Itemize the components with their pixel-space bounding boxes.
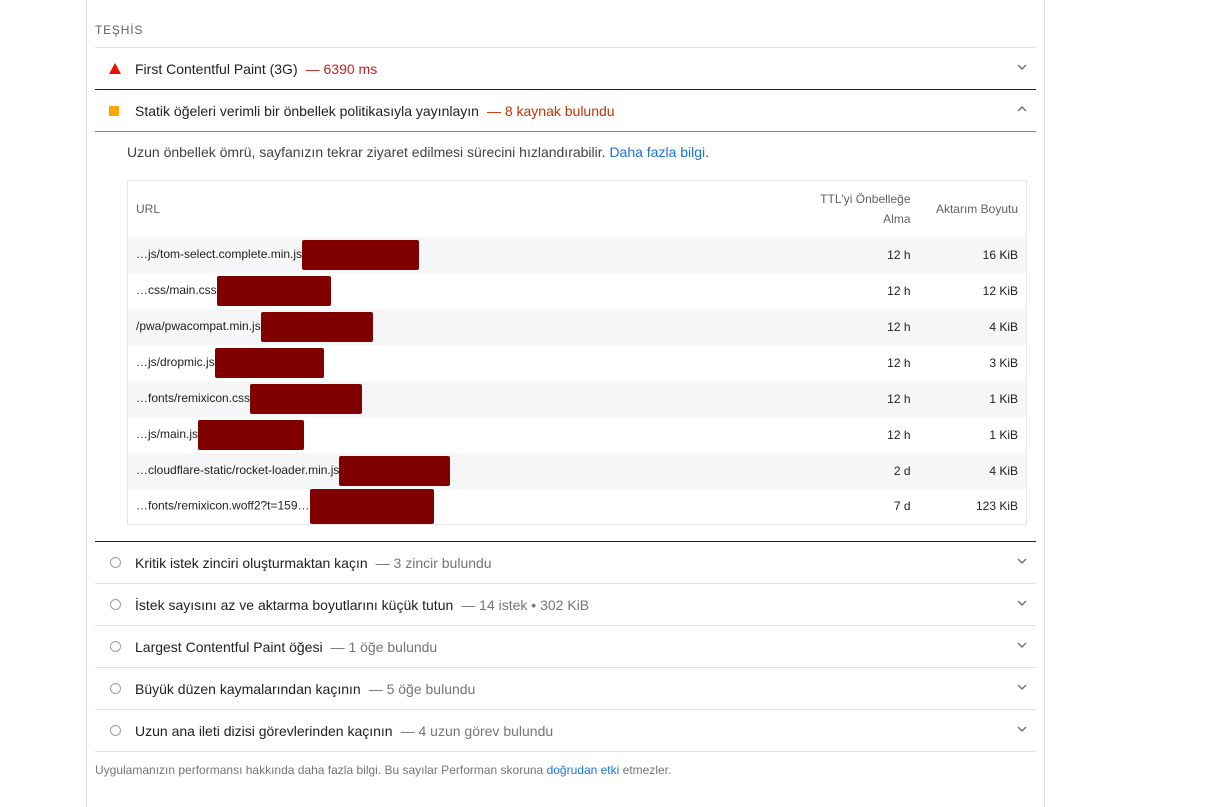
ttl-cell: 12 h: [887, 427, 911, 442]
info-circle-icon: [109, 683, 121, 694]
size-cell: 4 KiB: [989, 463, 1018, 478]
redaction-block: [216, 275, 331, 306]
url-cell[interactable]: …js/dropmic.js: [128, 345, 809, 381]
ttl-cell: 12 h: [887, 283, 911, 298]
learn-more-link[interactable]: Daha fazla bilgi: [609, 144, 705, 160]
table-row: …fonts/remixicon.css 12 h 1 KiB: [127, 380, 1027, 417]
ttl-cell: 2 d: [893, 463, 911, 478]
chevron-down-icon[interactable]: [1016, 681, 1028, 693]
url-cell[interactable]: …fonts/remixicon.css: [128, 381, 809, 417]
redaction-block: [214, 347, 324, 378]
redaction-block: [339, 455, 451, 486]
table-row: …css/main.css 12 h 12 KiB: [128, 273, 1027, 309]
chevron-down-icon[interactable]: [1016, 723, 1028, 735]
chevron-down-icon[interactable]: [1016, 555, 1028, 567]
url-cell[interactable]: /pwa/pwacompat.min.js: [128, 309, 809, 345]
diagnostics-panel: TEŞHİS First Contentful Paint (3G) — 639…: [86, 0, 1045, 807]
audit-display-value: — 4 uzun görev bulundu: [400, 722, 554, 739]
audit-item[interactable]: Büyük düzen kaymalarından kaçının — 5 öğe…: [95, 668, 1036, 710]
ttl-cell: 12 h: [887, 319, 911, 334]
info-circle-icon: [109, 641, 121, 652]
audit-title: Statik öğeleri verimli bir önbellek poli…: [135, 102, 479, 119]
chevron-up-icon[interactable]: [1016, 103, 1028, 115]
period: .: [705, 144, 710, 160]
table-row: …js/main.js 12 h 1 KiB: [128, 417, 1027, 453]
info-circle-icon: [109, 599, 121, 610]
audit-title: Büyük düzen kaymalarından kaçının: [135, 680, 361, 697]
table-row: …js/dropmic.js 12 h 3 KiB: [128, 345, 1027, 381]
size-cell: 1 KiB: [989, 391, 1018, 406]
audit-cache-policy[interactable]: Statik öğeleri verimli bir önbellek poli…: [95, 90, 1036, 132]
audit-title: Kritik istek zinciri oluşturmaktan kaçın: [135, 554, 368, 571]
chevron-down-icon[interactable]: [1016, 61, 1028, 73]
audit-display-value: — 6390 ms: [305, 60, 378, 77]
table-row: …cloudflare-static/rocket-loader.min.js 2…: [127, 452, 1027, 489]
table-row: …fonts/remixicon.woff2?t=159… 7 d 123 KiB: [128, 488, 1027, 525]
audit-display-value: — 1 öğe bulundu: [330, 638, 438, 655]
resource-table: URL TTL'yi Önbelleğe Alma Aktarım Boyutu…: [127, 180, 1027, 525]
redaction-block: [260, 311, 373, 342]
redaction-block: [309, 488, 434, 524]
chevron-down-icon[interactable]: [1016, 639, 1028, 651]
audit-description: Uzun önbellek ömrü, sayfanızın tekrar zi…: [127, 142, 1026, 162]
url-text: …fonts/remixicon.woff2?t=159…: [136, 498, 310, 513]
chevron-down-icon[interactable]: [1016, 597, 1028, 609]
redaction-block: [302, 239, 420, 270]
footer-text: Uygulamanızın performansı hakkında daha …: [95, 763, 547, 777]
footer-note: Uygulamanızın performansı hakkında daha …: [95, 752, 1036, 777]
url-cell[interactable]: …fonts/remixicon.woff2?t=159…: [128, 488, 809, 525]
column-size: Aktarım Boyutu: [935, 201, 1018, 216]
redaction-block: [198, 419, 305, 450]
url-text: …js/dropmic.js: [136, 354, 215, 369]
direct-impact-link[interactable]: doğrudan etki: [547, 763, 620, 777]
footer-text-end: etmezler.: [619, 763, 672, 777]
audit-title: Uzun ana ileti dizisi görevlerinden kaçı…: [135, 722, 393, 739]
table-row: …js/tom-select.complete.min.js 12 h 16 KiB: [127, 236, 1027, 273]
ttl-cell: 7 d: [893, 499, 911, 514]
table-row: /pwa/pwacompat.min.js 12 h 4 KiB: [127, 308, 1027, 345]
audit-title: First Contentful Paint (3G): [135, 60, 298, 77]
fail-triangle-icon: [109, 63, 121, 74]
description-text: Uzun önbellek ömrü, sayfanızın tekrar zi…: [127, 144, 606, 160]
size-cell: 16 KiB: [982, 247, 1018, 262]
audit-fcp[interactable]: First Contentful Paint (3G) — 6390 ms: [95, 48, 1036, 90]
url-cell[interactable]: …js/tom-select.complete.min.js: [128, 237, 809, 273]
audit-item[interactable]: Kritik istek zinciri oluşturmaktan kaçın…: [95, 542, 1036, 584]
url-text: …fonts/remixicon.css: [136, 390, 251, 405]
size-cell: 1 KiB: [989, 427, 1018, 442]
url-cell[interactable]: …css/main.css: [128, 273, 809, 309]
size-cell: 3 KiB: [989, 355, 1018, 370]
audit-title: İstek sayısını az ve aktarma boyutlarını…: [135, 596, 454, 613]
size-cell: 12 KiB: [982, 283, 1018, 298]
url-text: /pwa/pwacompat.min.js: [136, 318, 261, 333]
column-ttl: TTL'yi Önbelleğe Alma: [820, 191, 911, 226]
size-cell: 123 KiB: [975, 499, 1018, 514]
redaction-block: [250, 383, 363, 414]
audit-item[interactable]: Uzun ana ileti dizisi görevlerinden kaçı…: [95, 710, 1036, 752]
audit-display-value: — 8 kaynak bulundu: [486, 102, 615, 119]
audit-display-value: — 3 zincir bulundu: [375, 554, 492, 571]
url-text: …js/main.js: [136, 426, 199, 441]
audit-item[interactable]: İstek sayısını az ve aktarma boyutlarını…: [95, 584, 1036, 626]
info-circle-icon: [109, 557, 121, 568]
ttl-cell: 12 h: [887, 391, 911, 406]
average-square-icon: [109, 105, 119, 116]
url-text: …cloudflare-static/rocket-loader.min.js: [136, 462, 340, 477]
ttl-cell: 12 h: [887, 355, 911, 370]
group-title: TEŞHİS: [95, 0, 1036, 48]
audit-details: Uzun önbellek ömrü, sayfanızın tekrar zi…: [95, 132, 1036, 542]
url-text: …css/main.css: [136, 282, 217, 297]
audit-item[interactable]: Largest Contentful Paint öğesi — 1 öğe bu…: [95, 626, 1036, 668]
audit-display-value: — 5 öğe bulundu: [368, 680, 476, 697]
size-cell: 4 KiB: [989, 319, 1018, 334]
column-url: URL: [136, 201, 161, 216]
audit-display-value: — 14 istek • 302 KiB: [461, 596, 590, 613]
ttl-cell: 12 h: [887, 247, 911, 262]
url-cell[interactable]: …cloudflare-static/rocket-loader.min.js: [128, 453, 809, 489]
info-circle-icon: [109, 725, 121, 736]
url-text: …js/tom-select.complete.min.js: [136, 246, 303, 261]
url-cell[interactable]: …js/main.js: [128, 417, 809, 453]
audit-title: Largest Contentful Paint öğesi: [135, 638, 323, 655]
